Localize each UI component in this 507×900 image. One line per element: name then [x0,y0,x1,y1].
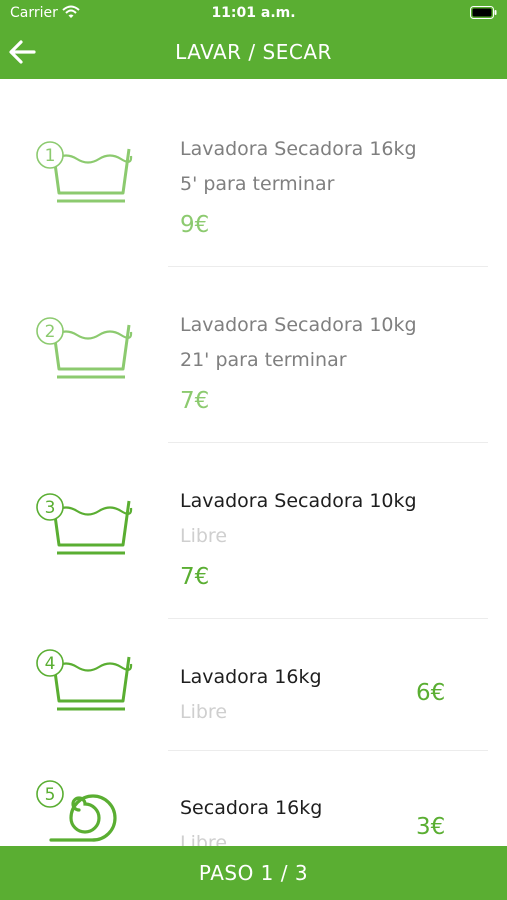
machine-status: Libre [180,832,228,846]
page-title: LAVAR / SECAR [175,40,332,64]
status-time: 11:01 a.m. [211,5,296,21]
machine-name: Lavadora Secadora 10kg [180,314,417,336]
machine-status: Libre [180,525,228,547]
machine-name: Lavadora Secadora 10kg [180,490,417,512]
svg-text:4: 4 [45,654,56,674]
machine-price: 7€ [180,388,210,414]
machine-price: 6€ [416,680,446,706]
machine-item-2[interactable]: 2 Lavadora Secadora 10kg 21' para termin… [0,267,507,443]
svg-text:1: 1 [45,146,56,166]
wash-tub-icon: 4 [36,649,133,711]
machine-item-5[interactable]: 5 Secadora 16kg Libre 3€ [0,751,507,846]
battery-icon [470,6,497,19]
machine-item-4[interactable]: 4 Lavadora 16kg Libre 6€ [0,619,507,751]
svg-text:5: 5 [45,785,56,805]
machine-item-1[interactable]: 1 Lavadora Secadora 16kg 5' para termina… [0,79,507,267]
machine-price: 3€ [416,814,446,840]
wash-tub-icon: 2 [36,317,133,379]
machine-status: Libre [180,701,228,723]
machine-name: Lavadora Secadora 16kg [180,138,417,160]
machine-price: 9€ [180,212,210,238]
wash-tub-icon: 1 [36,141,133,203]
status-bar: Carrier 11:01 a.m. [0,0,507,28]
svg-text:3: 3 [45,498,56,518]
wash-tub-icon: 3 [36,493,133,555]
machine-name: Secadora 16kg [180,797,323,819]
machine-name: Lavadora 16kg [180,666,322,688]
svg-text:2: 2 [45,322,56,342]
machine-status: 5' para terminar [180,173,335,195]
app-header: Carrier 11:01 a.m. LAVAR / SECAR [0,0,507,79]
machine-status: 21' para terminar [180,349,347,371]
dryer-spiral-icon: 5 [36,780,117,842]
machine-list: 1 Lavadora Secadora 16kg 5' para termina… [0,79,507,846]
step-indicator-button[interactable]: PASO 1 / 3 [0,846,507,900]
machine-price: 7€ [180,564,210,590]
machine-item-3[interactable]: 3 Lavadora Secadora 10kg Libre 7€ [0,443,507,619]
